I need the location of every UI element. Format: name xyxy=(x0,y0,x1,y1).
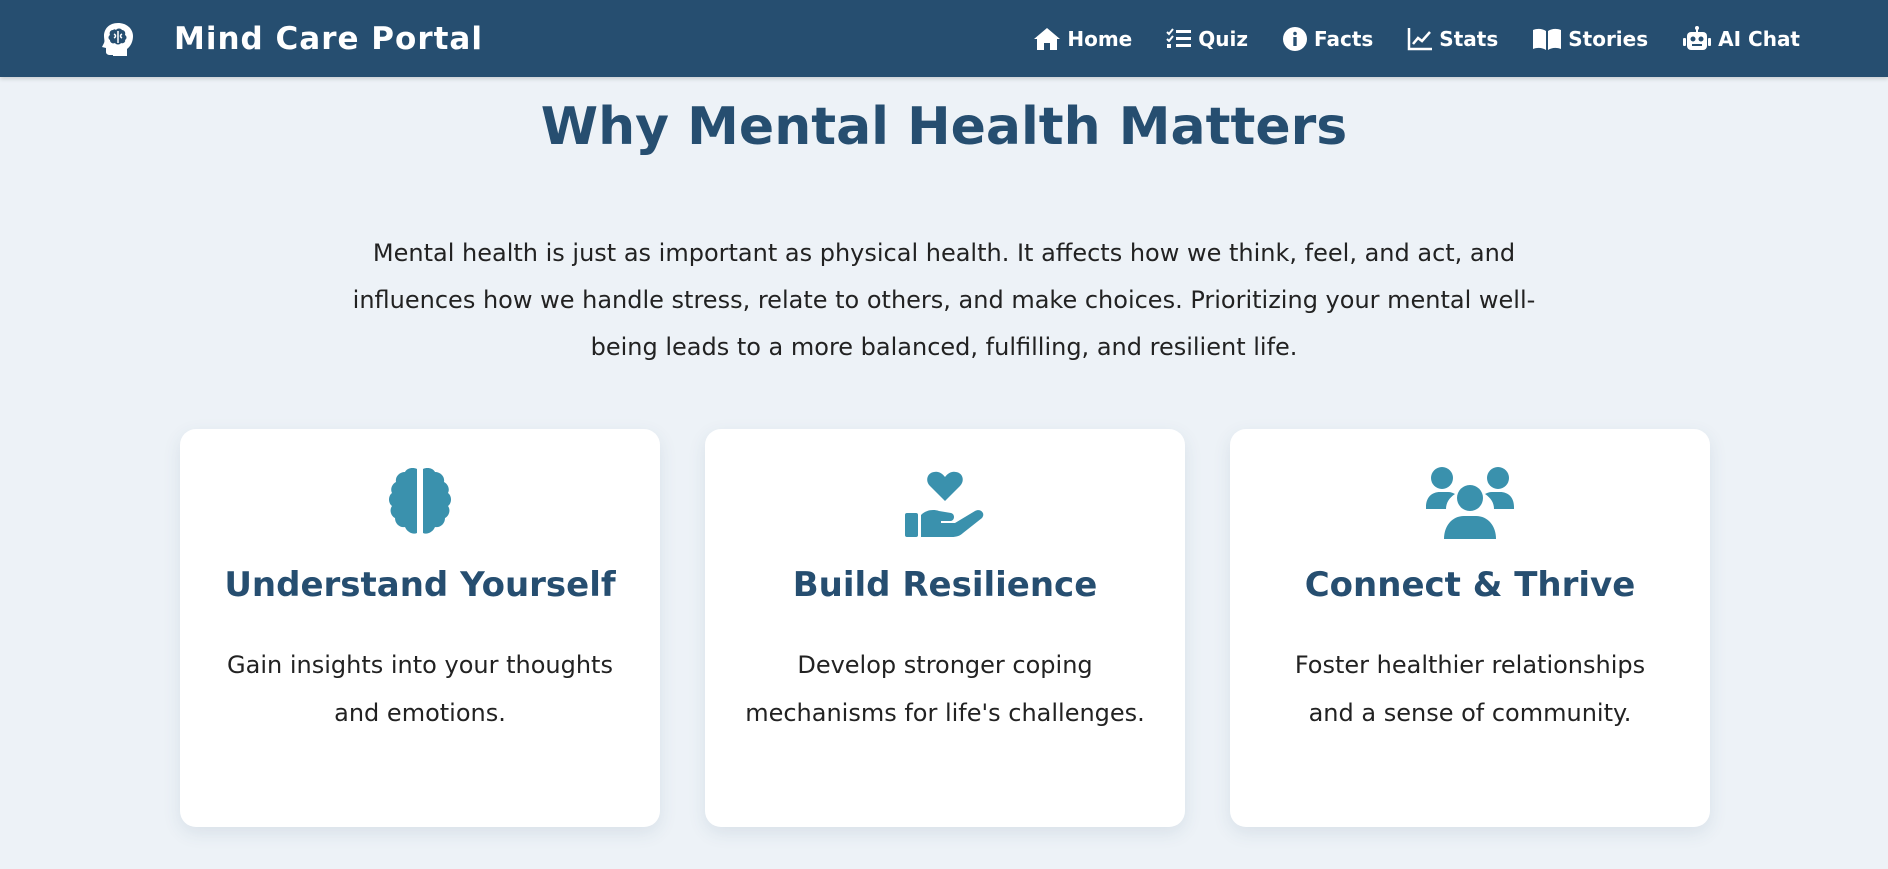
card-title: Build Resilience xyxy=(792,565,1098,605)
nav-facts[interactable]: Facts xyxy=(1282,26,1373,52)
main-content: Why Mental Health Matters Mental health … xyxy=(0,77,1888,869)
card-title: Connect & Thrive xyxy=(1304,565,1636,605)
list-check-icon xyxy=(1166,27,1192,48)
nav-stats-label: Stats xyxy=(1439,26,1499,51)
card-build-resilience: Build Resilience Develop stronger coping… xyxy=(705,429,1185,827)
nav-ai-chat[interactable]: AI Chat xyxy=(1682,25,1800,52)
main-nav: Home Quiz Facts Stats Stories AI Chat xyxy=(999,0,1800,77)
chart-line-icon xyxy=(1408,27,1433,50)
brand[interactable]: Mind Care Portal xyxy=(100,0,483,77)
intro-paragraph: Mental health is just as important as ph… xyxy=(352,239,1536,361)
card-connect-thrive: Connect & Thrive Foster healthier relati… xyxy=(1230,429,1710,827)
brand-title: Mind Care Portal xyxy=(174,20,483,57)
top-navbar: Mind Care Portal Home Quiz Facts Stats S… xyxy=(0,0,1888,77)
card-text: Foster healthier relationships and a sen… xyxy=(1294,651,1646,727)
nav-stats[interactable]: Stats xyxy=(1407,27,1498,51)
nav-stories[interactable]: Stories xyxy=(1532,27,1648,51)
head-brain-icon xyxy=(100,21,136,57)
nav-facts-label: Facts xyxy=(1313,26,1374,51)
nav-quiz[interactable]: Quiz xyxy=(1166,27,1248,51)
card-text: Gain insights into your thoughts and emo… xyxy=(227,651,613,727)
nav-quiz-label: Quiz xyxy=(1198,26,1248,51)
nav-home-label: Home xyxy=(1067,26,1133,51)
home-icon xyxy=(1034,27,1061,50)
page-title: Why Mental Health Matters xyxy=(540,97,1348,157)
robot-icon xyxy=(1683,25,1712,50)
info-circle-icon xyxy=(1282,26,1307,51)
card-title: Understand Yourself xyxy=(224,565,616,605)
card-understand-yourself: Understand Yourself Gain insights into y… xyxy=(180,429,660,827)
nav-home[interactable]: Home xyxy=(1033,27,1132,51)
nav-stories-label: Stories xyxy=(1568,26,1649,51)
nav-ai-chat-label: AI Chat xyxy=(1718,26,1800,51)
book-open-icon xyxy=(1533,28,1562,50)
hand-holding-heart-icon xyxy=(705,465,1185,539)
card-text: Develop stronger coping mechanisms for l… xyxy=(745,651,1145,727)
users-icon xyxy=(1230,465,1710,539)
brain-icon xyxy=(180,465,660,539)
